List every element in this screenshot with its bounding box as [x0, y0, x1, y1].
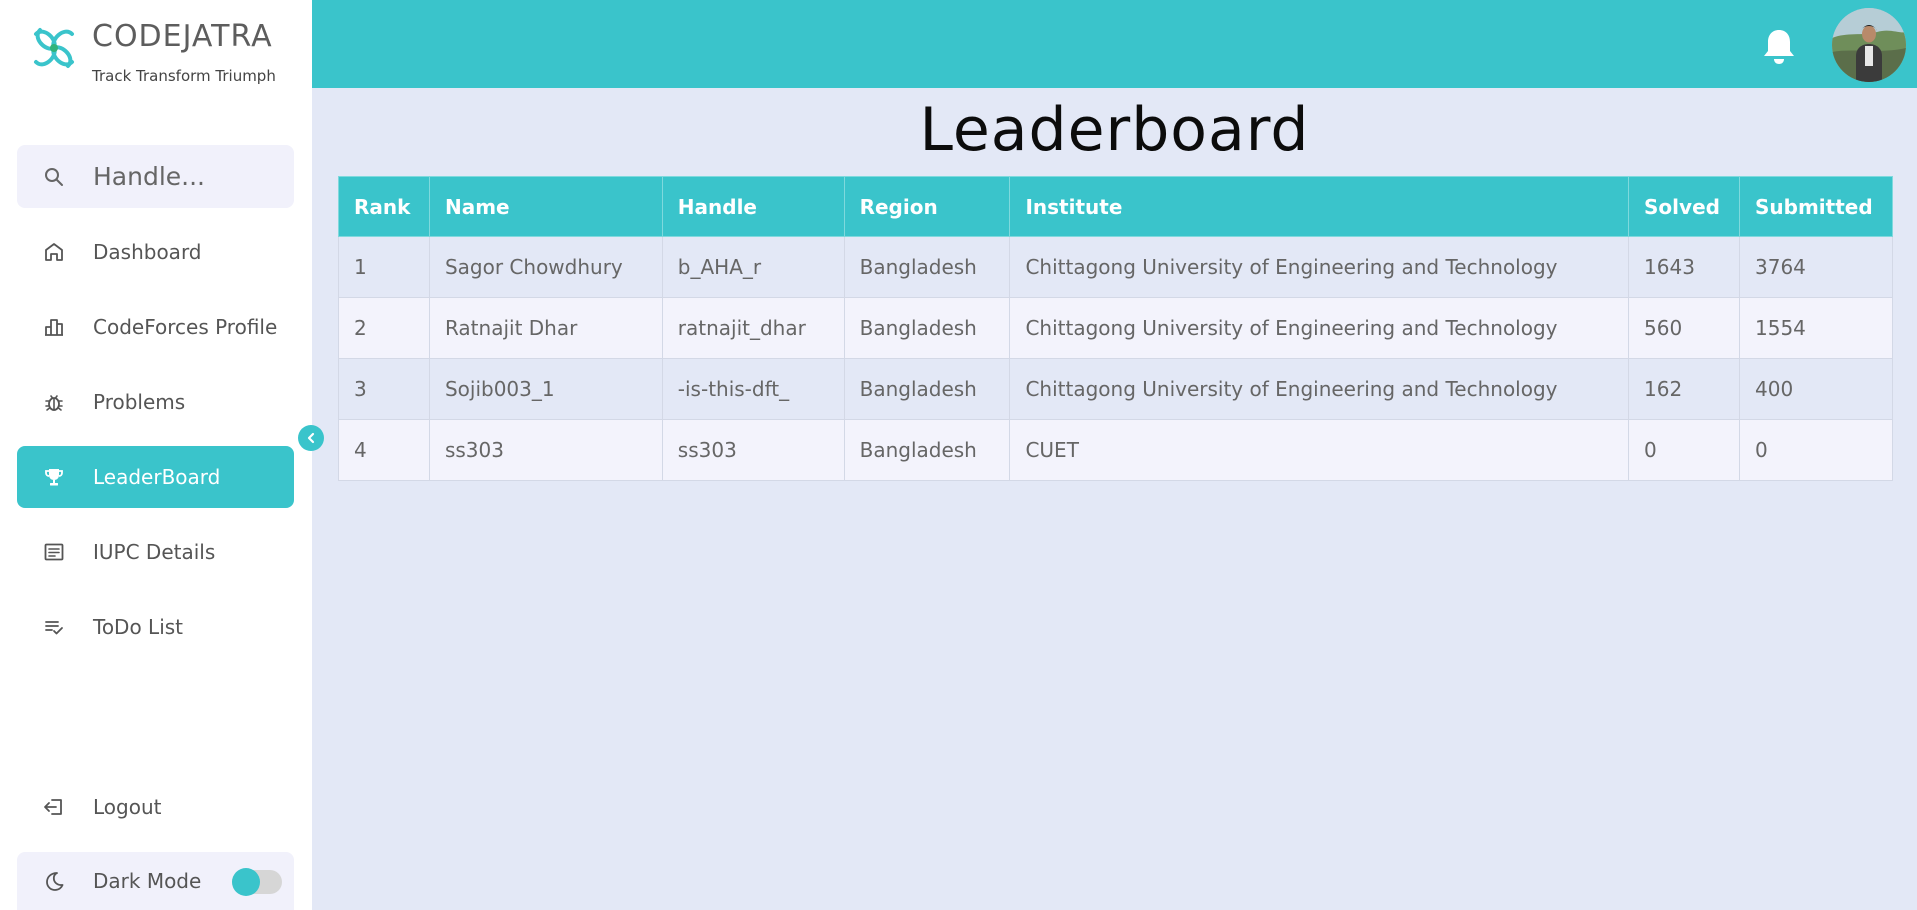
search-input[interactable]	[93, 162, 283, 191]
cell-handle: ss303	[661, 419, 845, 481]
cell-rank: 4	[338, 419, 430, 481]
cell-rank: 2	[338, 297, 430, 359]
cell-handle: -is-this-dft_	[661, 358, 845, 420]
cell-institute: Chittagong University of Engineering and…	[1009, 358, 1630, 420]
search-box[interactable]	[17, 145, 294, 208]
sidebar-item-leaderboard[interactable]: LeaderBoard	[17, 446, 294, 508]
dark-mode-label: Dark Mode	[93, 869, 202, 893]
dark-mode-toggle[interactable]	[232, 868, 282, 896]
column-header-institute[interactable]: Institute	[1009, 176, 1630, 237]
cell-handle: ratnajit_dhar	[661, 297, 845, 359]
cell-institute: Chittagong University of Engineering and…	[1009, 297, 1630, 359]
codejatra-logo-icon	[34, 28, 74, 68]
logout-icon	[44, 799, 62, 815]
column-header-solved[interactable]: Solved	[1628, 176, 1740, 237]
chevron-left-icon	[307, 432, 315, 444]
sidebar-item-dashboard[interactable]: Dashboard	[17, 221, 294, 283]
brand-tagline: Track Transform Triumph	[92, 67, 276, 85]
cell-submitted: 400	[1739, 358, 1893, 420]
leaderboard-table: Rank Name Handle Region Institute Solved…	[338, 176, 1893, 481]
cell-region: Bangladesh	[843, 358, 1011, 420]
sidebar-item-label: IUPC Details	[93, 540, 216, 564]
sidebar-item-label: ToDo List	[93, 615, 184, 639]
sidebar-item-problems[interactable]: Problems	[17, 371, 294, 433]
column-header-submitted[interactable]: Submitted	[1739, 176, 1893, 237]
table-row[interactable]: 2 Ratnajit Dhar ratnajit_dhar Bangladesh…	[338, 297, 1893, 359]
column-header-region[interactable]: Region	[843, 176, 1011, 237]
cell-institute: Chittagong University of Engineering and…	[1009, 236, 1630, 298]
sidebar-item-label: Dashboard	[93, 240, 202, 264]
cell-handle: b_AHA_r	[661, 236, 845, 298]
sidebar-item-label: LeaderBoard	[93, 465, 221, 489]
page-title: Leaderboard	[919, 95, 1310, 165]
column-header-name[interactable]: Name	[428, 176, 663, 237]
table-row[interactable]: 3 Sojib003_1 -is-this-dft_ Bangladesh Ch…	[338, 358, 1893, 420]
sidebar: CODEJATRA Track Transform Triumph Dashbo…	[0, 0, 312, 910]
cell-solved: 1643	[1628, 236, 1740, 298]
table-header-row: Rank Name Handle Region Institute Solved…	[338, 176, 1893, 237]
home-icon	[45, 243, 63, 261]
brand[interactable]: CODEJATRA Track Transform Triumph	[28, 18, 276, 88]
table-row[interactable]: 4 ss303 ss303 Bangladesh CUET 0 0	[338, 419, 1893, 481]
trophy-icon	[45, 469, 63, 486]
bug-icon	[45, 395, 63, 411]
cell-solved: 560	[1628, 297, 1740, 359]
logout-label: Logout	[93, 795, 162, 819]
cell-solved: 0	[1628, 419, 1740, 481]
document-icon	[44, 543, 64, 561]
brand-name: CODEJATRA	[92, 19, 273, 54]
dark-mode-row: Dark Mode	[17, 852, 294, 910]
bar-chart-icon	[45, 319, 63, 336]
cell-submitted: 3764	[1739, 236, 1893, 298]
sidebar-item-iupc-details[interactable]: IUPC Details	[17, 521, 294, 583]
cell-region: Bangladesh	[843, 297, 1011, 359]
avatar-photo	[1832, 8, 1906, 82]
cell-rank: 1	[338, 236, 430, 298]
column-header-handle[interactable]: Handle	[661, 176, 845, 237]
cell-submitted: 0	[1739, 419, 1893, 481]
cell-submitted: 1554	[1739, 297, 1893, 359]
cell-name: ss303	[428, 419, 663, 481]
search-icon	[45, 167, 63, 186]
user-avatar[interactable]	[1832, 8, 1906, 82]
logout-button[interactable]: Logout	[17, 776, 294, 838]
cell-name: Ratnajit Dhar	[428, 297, 663, 359]
checklist-icon	[45, 621, 63, 635]
sidebar-item-label: Problems	[93, 390, 186, 414]
cell-name: Sojib003_1	[428, 358, 663, 420]
bell-icon[interactable]	[1760, 26, 1798, 66]
cell-name: Sagor Chowdhury	[428, 236, 663, 298]
toggle-knob	[232, 868, 260, 896]
sidebar-item-todo-list[interactable]: ToDo List	[17, 596, 294, 658]
moon-icon	[46, 872, 64, 891]
cell-region: Bangladesh	[843, 236, 1011, 298]
cell-institute: CUET	[1009, 419, 1630, 481]
cell-region: Bangladesh	[843, 419, 1011, 481]
cell-rank: 3	[338, 358, 430, 420]
table-row[interactable]: 1 Sagor Chowdhury b_AHA_r Bangladesh Chi…	[338, 236, 1893, 298]
sidebar-collapse-button[interactable]	[298, 425, 324, 451]
sidebar-item-codeforces-profile[interactable]: CodeForces Profile	[17, 296, 294, 358]
cell-solved: 162	[1628, 358, 1740, 420]
top-bar	[312, 0, 1917, 88]
sidebar-item-label: CodeForces Profile	[93, 315, 278, 339]
column-header-rank[interactable]: Rank	[338, 176, 430, 237]
